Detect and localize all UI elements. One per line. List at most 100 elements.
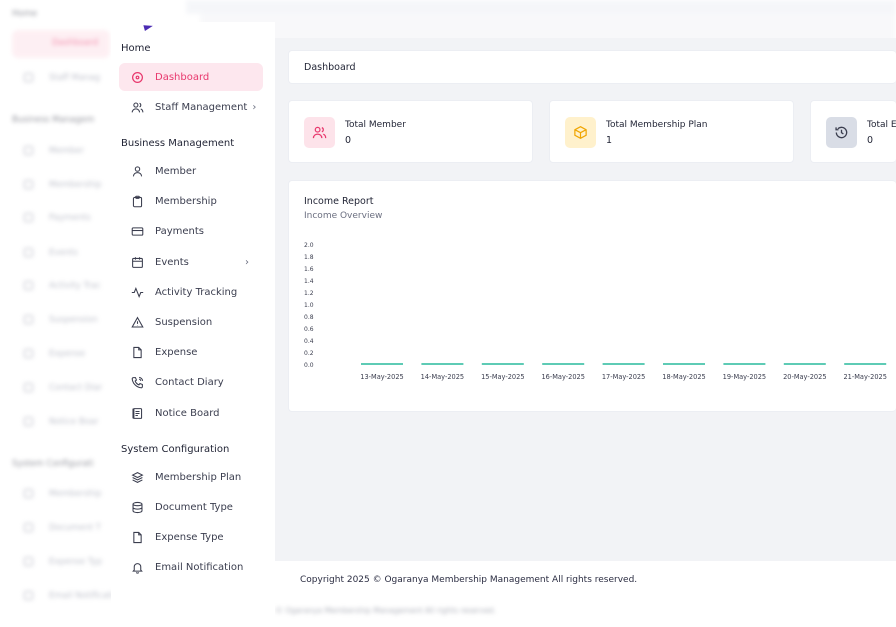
y-tick-label: 1.8 [304, 254, 314, 261]
stat-badge [826, 117, 857, 148]
ghost-item: Contact Diar [24, 383, 102, 393]
sidebar-item-document-type[interactable]: Document Type [119, 493, 263, 521]
chart-bar[interactable] [723, 363, 766, 365]
footer-copyright: Copyright 2025 © Ogaranya Membership Man… [300, 575, 638, 585]
sidebar-section-business: Business Management [121, 138, 235, 149]
database-icon [130, 500, 144, 514]
ghost-item: Payments [24, 213, 91, 223]
sidebar-item-staff-management[interactable]: Staff Management › [119, 93, 263, 121]
stat-card-total-e: Total E 0 [810, 100, 896, 163]
stat-label: Total E [867, 120, 896, 130]
x-tick-label: 17-May-2025 [602, 373, 645, 381]
bell-icon [130, 560, 144, 574]
sidebar-item-label: Email Notification [155, 561, 244, 573]
sidebar-item-dashboard[interactable]: Dashboard [119, 63, 263, 91]
stat-value: 0 [345, 135, 352, 146]
users-icon [130, 100, 144, 114]
stat-value: 1 [606, 135, 613, 146]
credit-card-icon [130, 224, 144, 238]
clipboard-icon [130, 194, 144, 208]
ghost-item: Document T [24, 523, 101, 533]
ghost-item: Events [24, 248, 78, 258]
chevron-right-icon: › [245, 256, 249, 268]
chart-bar[interactable] [542, 363, 585, 365]
ghost-item: Suspension [24, 315, 98, 325]
chart-bar[interactable] [481, 363, 524, 365]
page-header: Dashboard [288, 50, 896, 84]
sidebar-item-label: Dashboard [155, 71, 210, 83]
y-tick-label: 1.2 [304, 290, 314, 297]
ghost-item: Expense Typ [24, 557, 102, 567]
stat-label: Total Membership Plan [606, 120, 708, 130]
users-icon [312, 126, 327, 139]
sidebar-item-expense[interactable]: Expense [119, 338, 263, 366]
sidebar-item-label: Events [155, 256, 189, 268]
stat-card-total-membership-plan: Total Membership Plan 1 [549, 100, 794, 163]
sidebar-item-payments[interactable]: Payments [119, 217, 263, 245]
chart-bar[interactable] [361, 363, 403, 365]
sidebar-item-membership-plan[interactable]: Membership Plan [119, 463, 263, 491]
income-report-card: Income Report Income Overview 2.0 1.8 1.6 1… [288, 180, 896, 412]
stat-label: Total Member [345, 120, 406, 130]
y-tick-label: 1.0 [304, 302, 314, 309]
sidebar-item-membership[interactable]: Membership [119, 187, 263, 215]
sidebar-item-notice-board[interactable]: Notice Board [119, 399, 263, 427]
x-tick-label: 15-May-2025 [481, 373, 524, 381]
chart-bar[interactable] [421, 363, 464, 365]
sidebar-item-label: Member [155, 165, 197, 177]
chart-bar[interactable] [663, 363, 705, 365]
sidebar-item-expense-type[interactable]: Expense Type [119, 523, 263, 551]
stat-value: 0 [867, 135, 874, 146]
box-icon [574, 125, 587, 140]
sidebar-item-label: Suspension [155, 316, 213, 328]
ghost-item: Staff Manag [24, 73, 100, 83]
sidebar-item-activity-tracking[interactable]: Activity Tracking [119, 278, 263, 306]
stat-badge [304, 117, 335, 148]
chart-bar[interactable] [602, 363, 645, 365]
dashboard-icon [130, 70, 144, 84]
warning-icon [130, 315, 144, 329]
app-window: Home Dashboard Staff Manag Business Mana… [0, 0, 896, 627]
ghost-item-label: Dashboard [52, 38, 99, 48]
calendar-icon [130, 255, 144, 269]
sidebar-item-label: Activity Tracking [155, 286, 238, 298]
file-icon [130, 530, 144, 544]
sidebar-item-label: Membership Plan [155, 471, 242, 483]
file-icon [130, 345, 144, 359]
y-tick-label: 0.0 [304, 362, 314, 369]
x-tick-label: 16-May-2025 [541, 373, 584, 381]
sidebar-item-contact-diary[interactable]: Contact Diary [119, 368, 263, 396]
x-tick-label: 20-May-2025 [783, 373, 826, 381]
ghost-item: Membership [24, 180, 102, 190]
ghost-item: Notice Boar [24, 417, 99, 427]
stat-card-total-member: Total Member 0 [288, 100, 533, 163]
y-tick-label: 0.8 [304, 314, 314, 321]
sidebar-item-label: Membership [155, 195, 217, 207]
sidebar-item-email-notification[interactable]: Email Notification [119, 553, 263, 581]
y-tick-label: 1.6 [304, 266, 314, 273]
x-tick-label: 18-May-2025 [662, 373, 705, 381]
sidebar-section-home: Home [121, 43, 151, 54]
user-icon [130, 164, 144, 178]
sidebar-item-suspension[interactable]: Suspension [119, 308, 263, 336]
sidebar-item-member[interactable]: Member [119, 157, 263, 185]
activity-icon [130, 285, 144, 299]
x-tick-label: 21-May-2025 [843, 373, 886, 381]
chart-bar[interactable] [783, 363, 826, 365]
y-tick-label: 0.2 [304, 350, 314, 357]
sidebar-item-label: Document Type [155, 501, 233, 513]
sidebar-item-events[interactable]: Events › [119, 248, 263, 276]
y-tick-label: 0.4 [304, 338, 314, 345]
x-tick-label: 13-May-2025 [360, 373, 403, 381]
ghost-item: Expense [24, 349, 85, 359]
sidebar-section-system: System Configuration [121, 444, 230, 455]
stat-badge [565, 117, 596, 148]
sidebar-item-label: Staff Management [155, 101, 248, 113]
ghost-section-business: Business Managem [12, 115, 95, 125]
ghost-item: Member [24, 146, 84, 156]
chevron-right-icon: › [252, 101, 257, 113]
chart-bar[interactable] [844, 363, 887, 365]
ghost-item: Email Notification [24, 591, 124, 601]
history-icon [835, 126, 848, 139]
page-title: Dashboard [304, 62, 356, 73]
